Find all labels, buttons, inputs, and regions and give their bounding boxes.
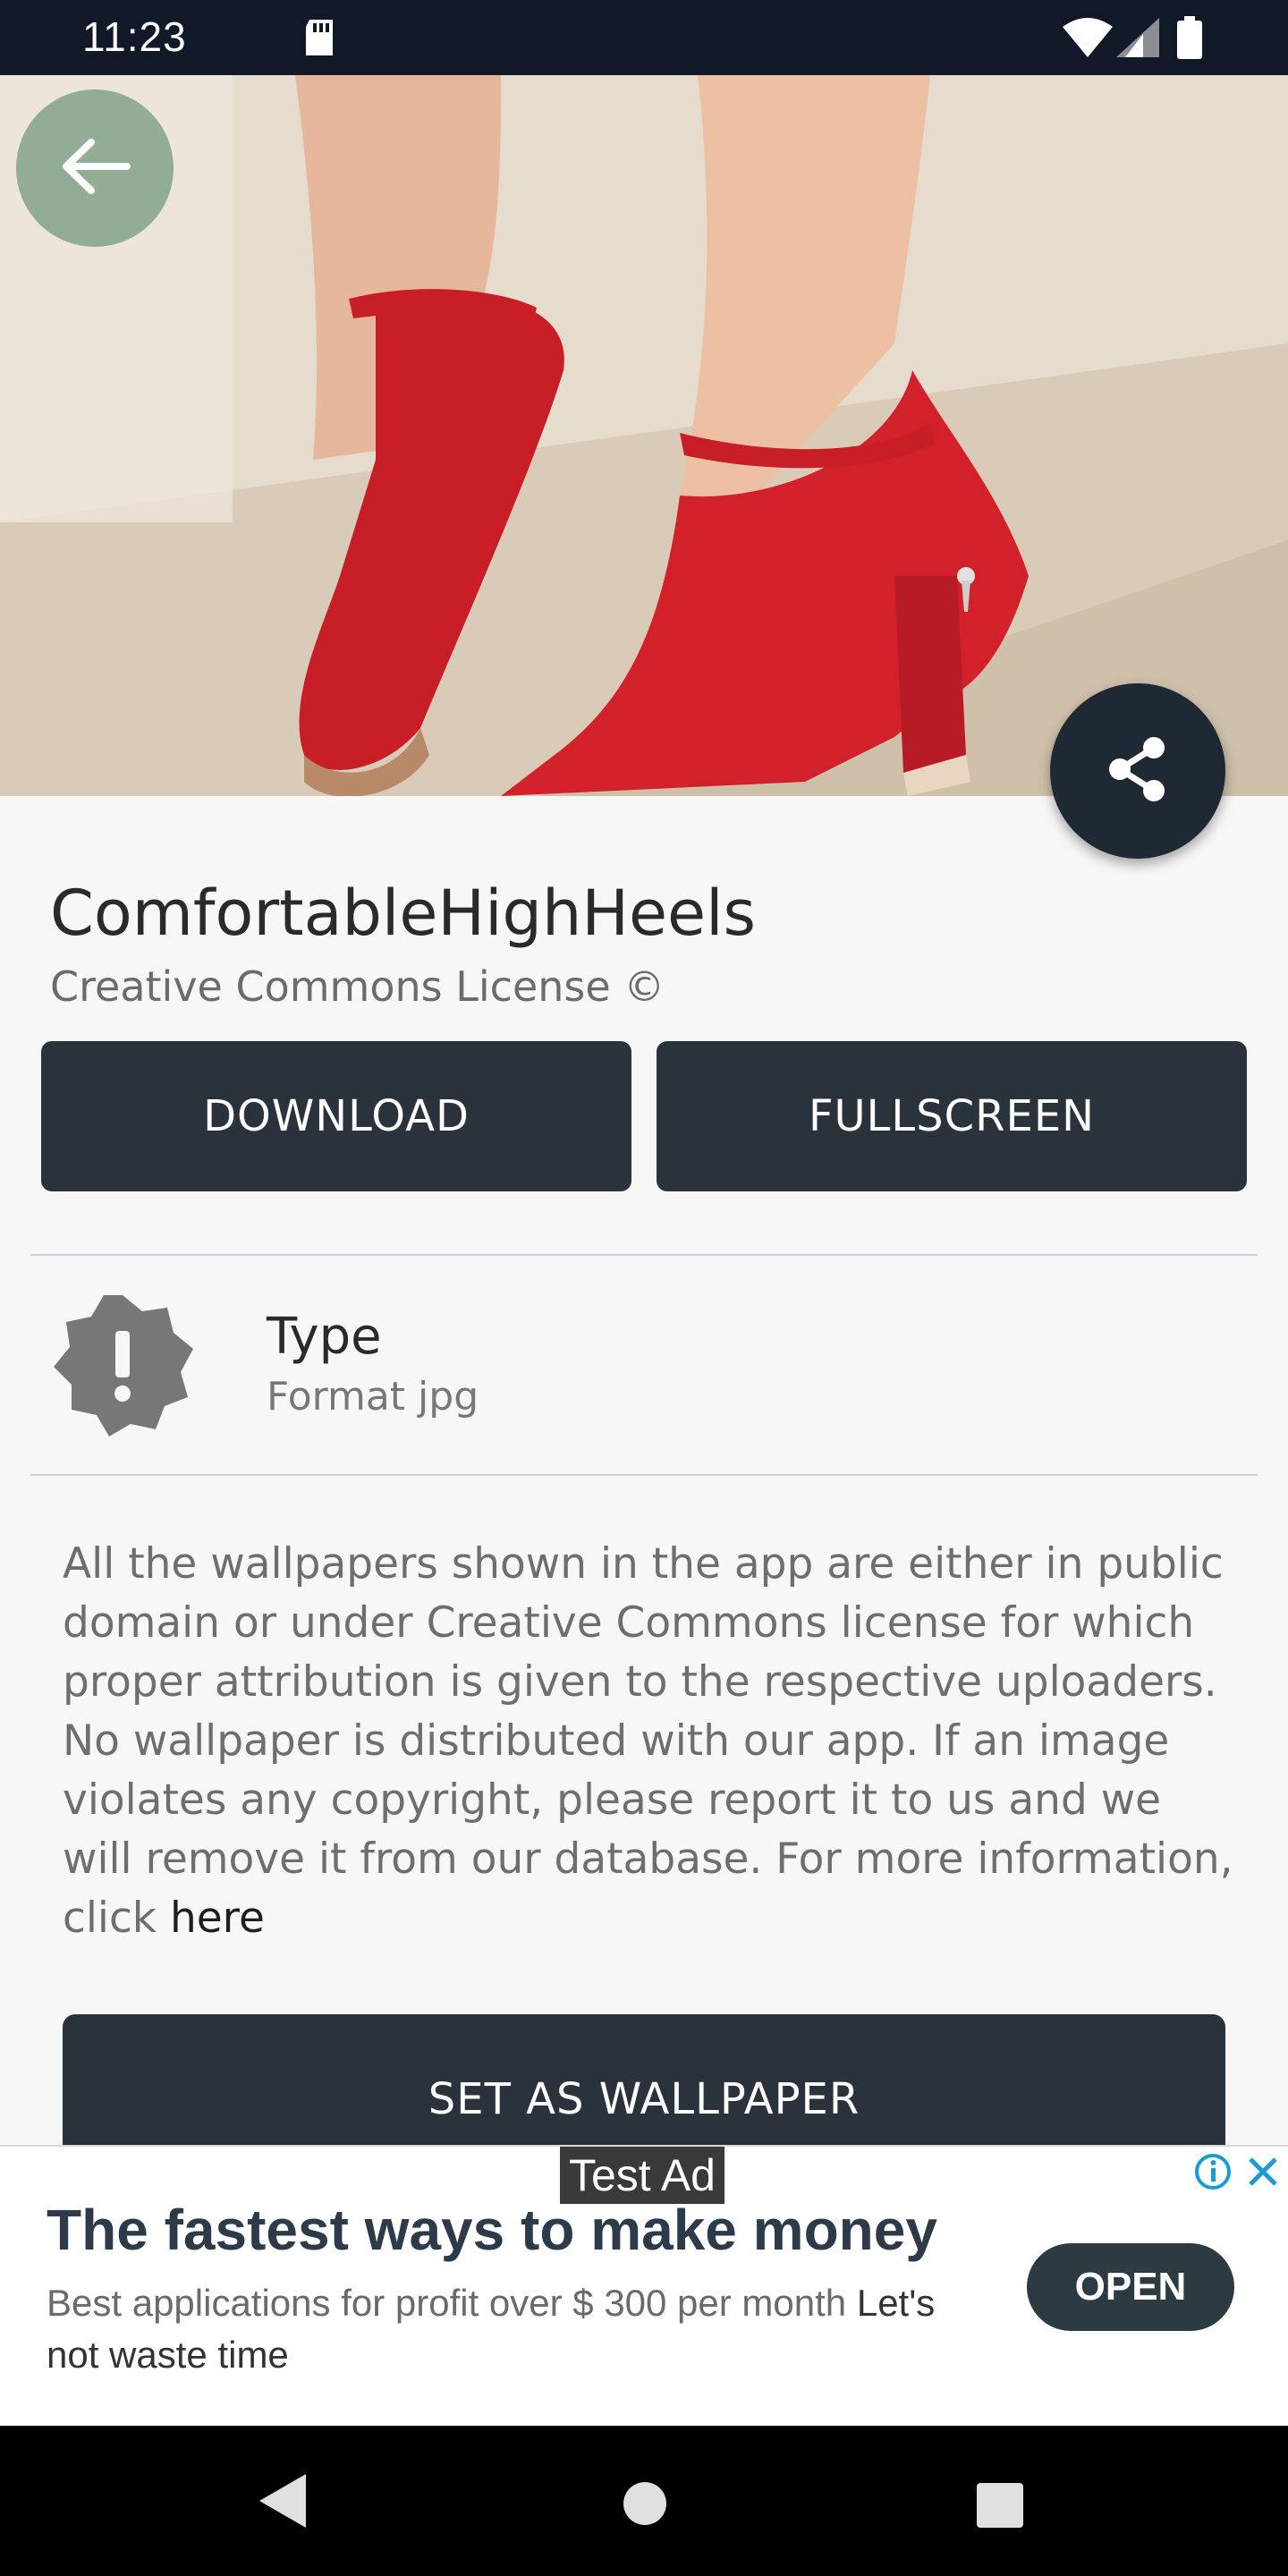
- wallpaper-image[interactable]: [0, 75, 1288, 796]
- ad-info-icon[interactable]: [1193, 2152, 1233, 2195]
- back-button[interactable]: [16, 89, 174, 247]
- wifi-icon: [1063, 18, 1113, 61]
- nav-home-icon[interactable]: [623, 2481, 667, 2529]
- sd-card-icon: [302, 18, 336, 61]
- status-bar: 11:23: [0, 0, 1288, 75]
- test-ad-label: Test Ad: [560, 2147, 724, 2204]
- type-value: Format jpg: [267, 1374, 479, 1419]
- ad-close-icon[interactable]: [1245, 2154, 1281, 2193]
- share-button[interactable]: [1050, 683, 1225, 859]
- alert-badge-icon: [50, 1293, 195, 1442]
- copyright-notice: All the wallpapers shown in the app are …: [63, 1535, 1243, 1948]
- fullscreen-button[interactable]: FULLSCREEN: [657, 1041, 1247, 1191]
- system-nav-bar: [0, 2426, 1288, 2576]
- nav-back-icon[interactable]: [258, 2472, 308, 2533]
- wallpaper-title: ComfortableHighHeels: [50, 877, 757, 950]
- notice-text: All the wallpapers shown in the app are …: [63, 1539, 1233, 1943]
- back-arrow-icon: [59, 135, 131, 201]
- status-time: 11:23: [82, 13, 187, 60]
- share-icon: [1102, 733, 1174, 809]
- download-button[interactable]: DOWNLOAD: [41, 1041, 631, 1191]
- ad-headline: The fastest ways to make money: [47, 2198, 937, 2262]
- ad-description-text: Best applications for profit over $ 300 …: [47, 2282, 857, 2324]
- type-title: Type: [267, 1308, 382, 1366]
- ad-banner[interactable]: Test Ad The fastest ways to make money B…: [0, 2145, 1288, 2428]
- signal-icon: [1116, 18, 1159, 61]
- more-info-link[interactable]: here: [170, 1894, 265, 1943]
- nav-recents-icon[interactable]: [977, 2483, 1023, 2531]
- ad-open-button[interactable]: OPEN: [1027, 2243, 1234, 2331]
- ad-description: Best applications for profit over $ 300 …: [47, 2277, 977, 2381]
- divider: [30, 1474, 1258, 1476]
- license-label: Creative Commons License ©: [50, 962, 665, 1011]
- battery-icon: [1177, 16, 1202, 63]
- type-info-row: Type Format jpg: [0, 1256, 1288, 1476]
